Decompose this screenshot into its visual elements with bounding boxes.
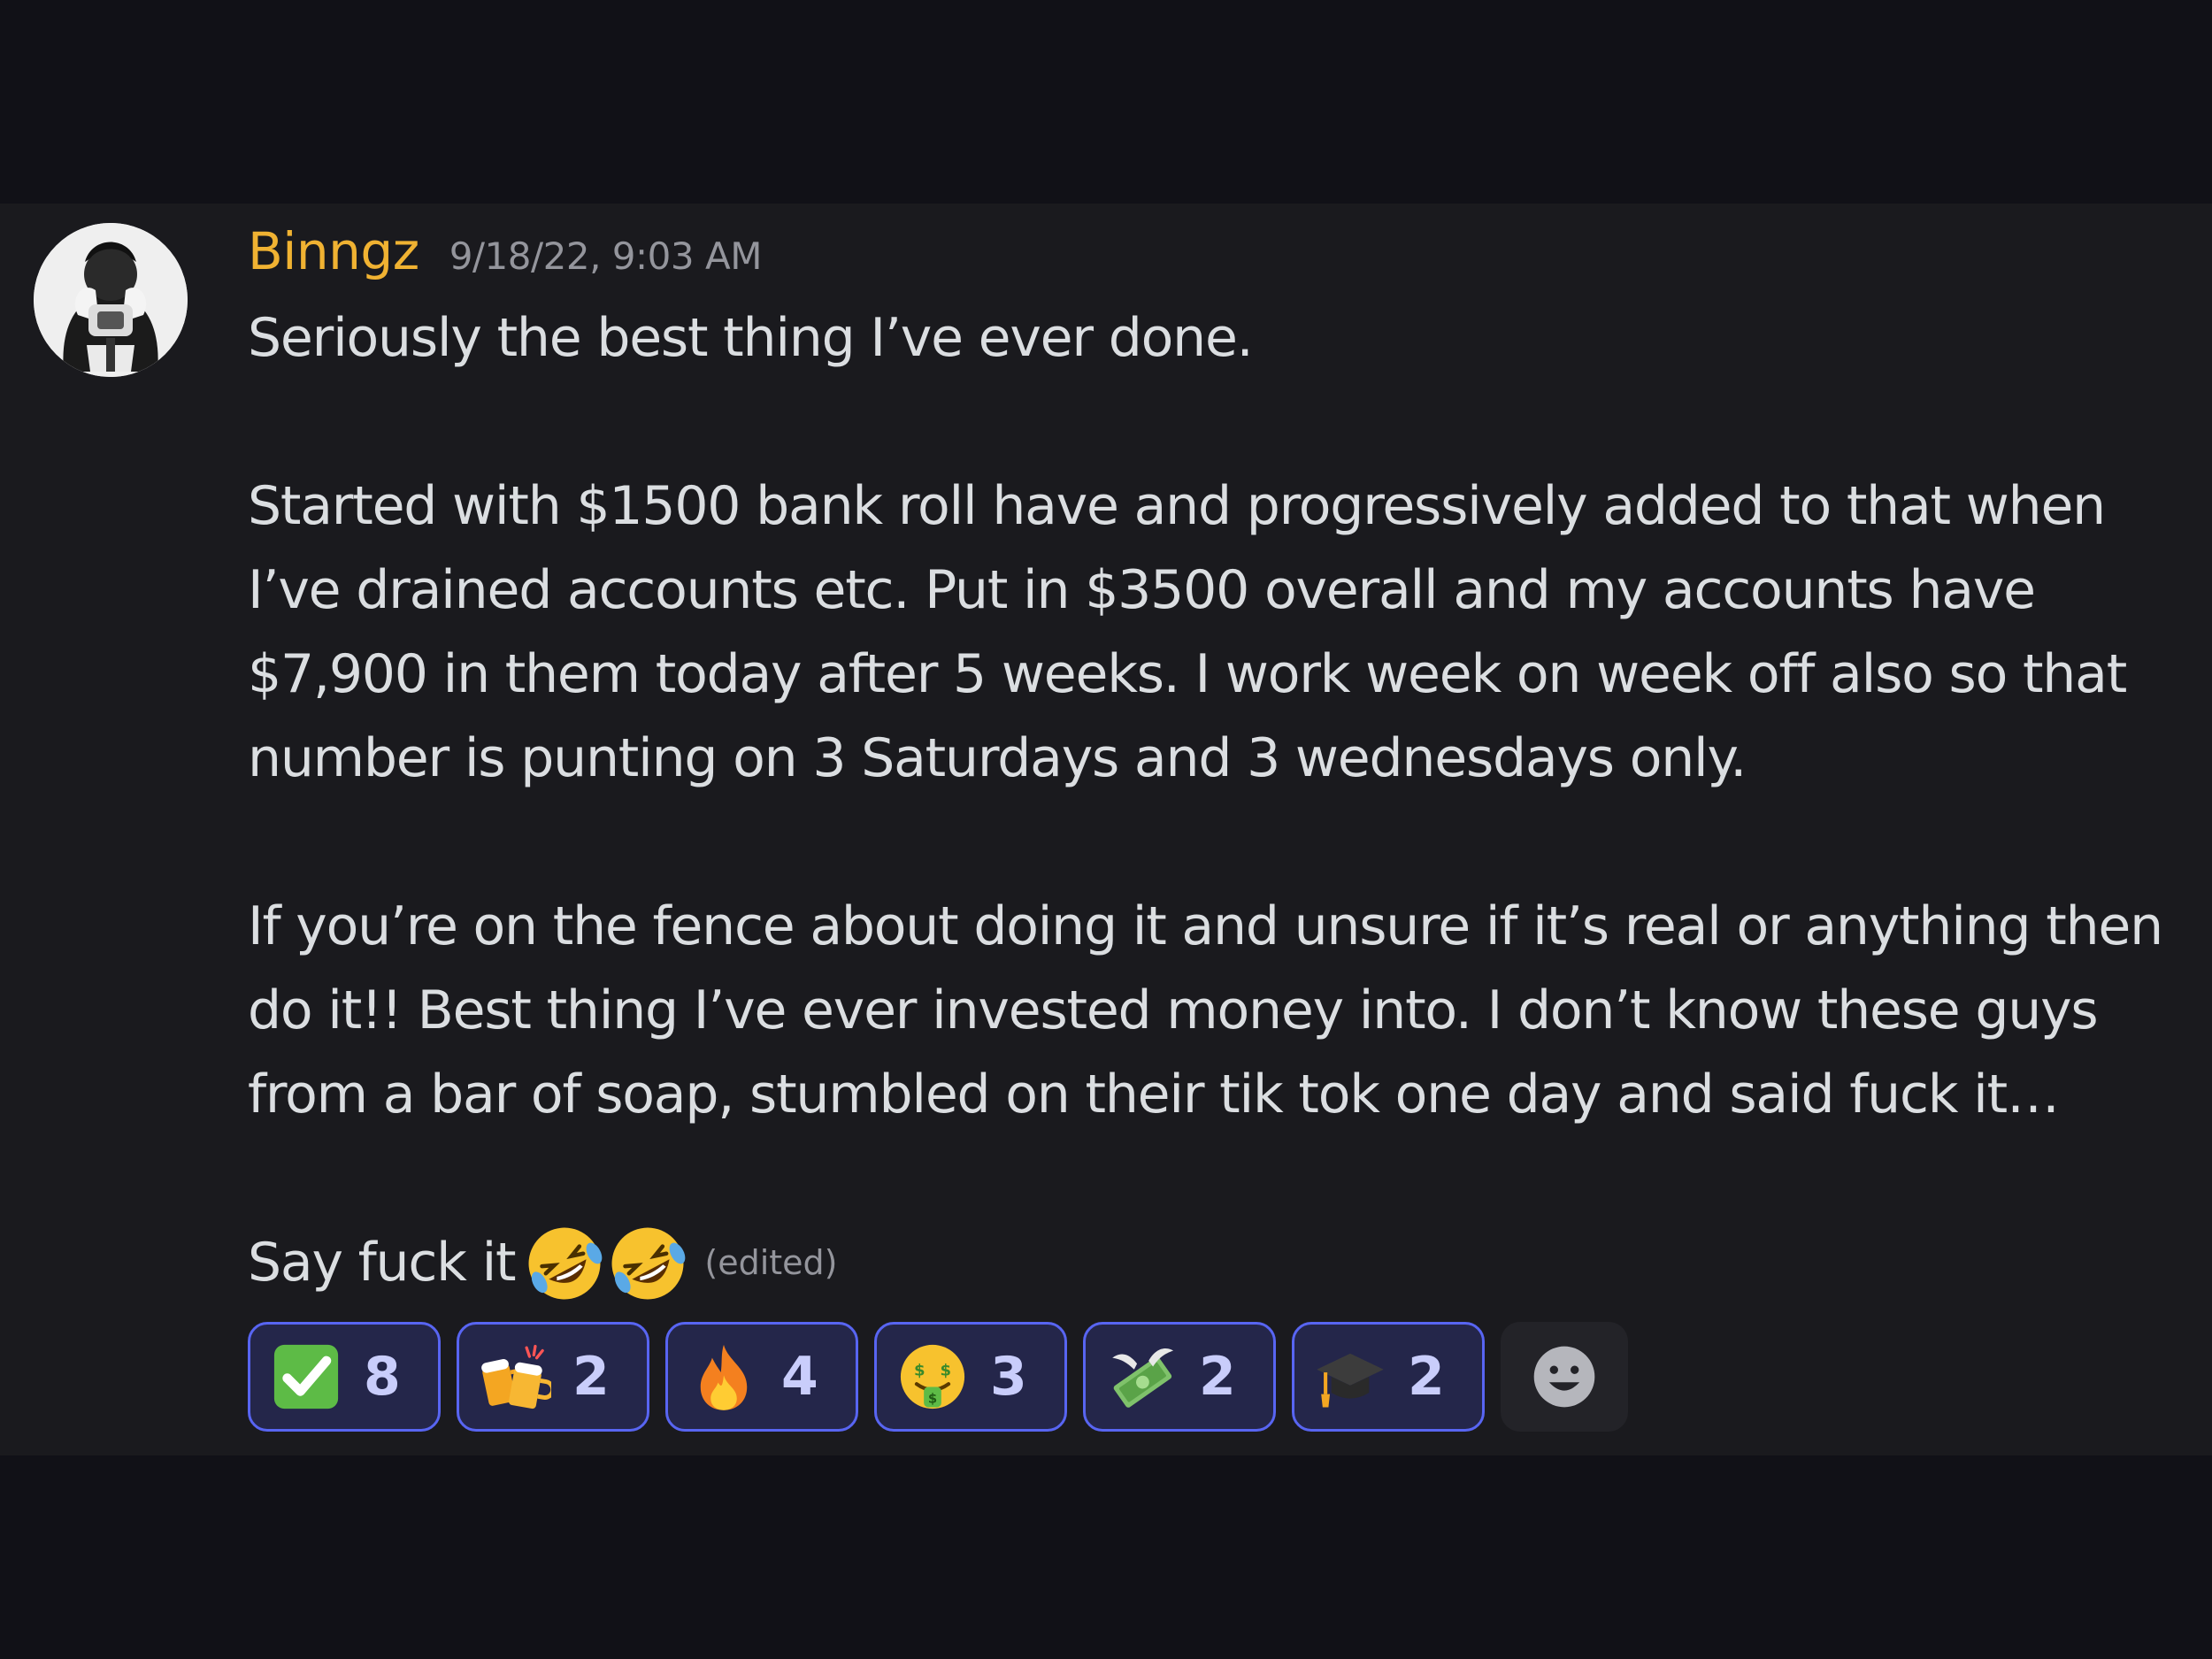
graduation-cap-icon — [1317, 1353, 1384, 1408]
avatar-image — [34, 223, 188, 377]
reaction-check-mark[interactable]: 8 — [248, 1322, 441, 1432]
reaction-count: 2 — [1199, 1346, 1236, 1408]
message-line: Seriously the best thing I’ve ever done. — [248, 307, 1254, 369]
reaction-count: 3 — [990, 1346, 1027, 1408]
reaction-count: 2 — [1408, 1346, 1445, 1408]
bottom-band — [0, 1455, 2212, 1659]
reaction-count: 2 — [572, 1346, 610, 1408]
message-line: Started with $1500 bank roll have and pr… — [248, 475, 2106, 537]
edited-label: (edited) — [704, 1243, 838, 1282]
message-line: from a bar of soap, stumbled on their ti… — [248, 1064, 2060, 1125]
fire-icon — [700, 1344, 748, 1410]
reaction-bar: 8 2 4 $ $ $ 3 2 2 — [248, 1322, 1628, 1432]
add-reaction-button[interactable] — [1501, 1322, 1628, 1432]
reaction-fire[interactable]: 4 — [665, 1322, 858, 1432]
svg-text:$: $ — [928, 1392, 937, 1407]
svg-text:$: $ — [940, 1361, 951, 1379]
reaction-money-wings[interactable]: 2 — [1083, 1322, 1276, 1432]
message-header: Binngz 9/18/22, 9:03 AM — [248, 221, 762, 281]
message-line: $7,900 in them today after 5 weeks. I wo… — [248, 643, 2127, 705]
smiley-icon — [1533, 1346, 1595, 1408]
top-band — [0, 0, 2212, 204]
money-with-wings-icon — [1112, 1348, 1174, 1408]
message-content: Seriously the best thing I’ve ever done.… — [248, 296, 2177, 1305]
message-line: Say fuck it — [248, 1232, 517, 1294]
reaction-count: 4 — [781, 1346, 818, 1408]
money-mouth-face-icon: $ $ $ — [900, 1344, 965, 1409]
message-line: number is punting on 3 Saturdays and 3 w… — [248, 727, 1747, 789]
reaction-money-mouth[interactable]: $ $ $ 3 — [874, 1322, 1067, 1432]
message-last-line: Say fuck it (edited) — [248, 1221, 2177, 1305]
rolling-laughing-emoji-icon — [611, 1227, 686, 1299]
chat-message: Binngz 9/18/22, 9:03 AM Seriously the be… — [0, 204, 2212, 1455]
timestamp[interactable]: 9/18/22, 9:03 AM — [449, 234, 763, 278]
reaction-count: 8 — [364, 1346, 401, 1408]
message-line: I’ve drained accounts etc. Put in $3500 … — [248, 559, 2036, 621]
username[interactable]: Binngz — [248, 221, 419, 281]
rolling-laughing-emoji-icon — [528, 1227, 603, 1299]
reaction-beer-mugs[interactable]: 2 — [457, 1322, 649, 1432]
message-line: do it!! Best thing I’ve ever invested mo… — [248, 979, 2099, 1041]
message-line: If you’re on the fence about doing it an… — [248, 895, 2163, 957]
check-mark-button-icon — [273, 1344, 339, 1409]
reaction-graduation-cap[interactable]: 2 — [1292, 1322, 1485, 1432]
svg-text:$: $ — [914, 1361, 926, 1379]
clinking-beer-mugs-icon — [481, 1344, 551, 1409]
avatar[interactable] — [34, 223, 188, 377]
